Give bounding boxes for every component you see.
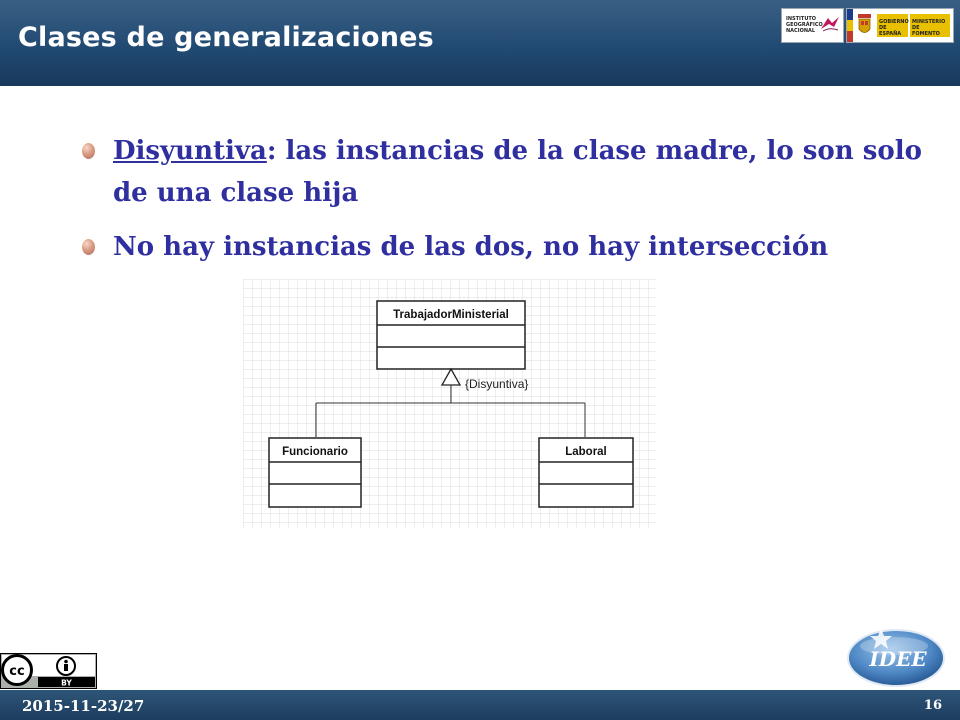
government-logo: GOBIERNO DE ESPAÑA MINISTERIO DE FOMENTO <box>846 8 954 43</box>
cc-icon-text: cc <box>9 664 24 679</box>
eu-strip <box>847 9 853 42</box>
bullet-icon <box>82 239 95 255</box>
idee-logo-text: IDEE <box>868 647 927 671</box>
bullet-text: No hay instancias de las dos, no hay int… <box>113 232 829 262</box>
bullet-item-1: Disyuntiva: las instancias de la clase m… <box>80 130 940 214</box>
slide-title: Clases de generalizaciones <box>18 22 434 53</box>
gobierno-label-box: GOBIERNO DE ESPAÑA <box>877 14 909 37</box>
page-number: 16 <box>923 698 942 713</box>
idee-logo: IDEE <box>847 628 945 687</box>
ign-mark-icon <box>821 17 839 32</box>
title-bar: Clases de generalizaciones INSTITUTO GEO… <box>0 0 960 86</box>
bullet-icon <box>82 143 95 159</box>
child-class-name-2: Laboral <box>565 446 607 458</box>
ministerio-label: MINISTERIO DE FOMENTO <box>912 19 946 37</box>
by-label: BY <box>61 679 72 688</box>
ign-logo: INSTITUTO GEOGRÁFICO NACIONAL <box>781 8 844 43</box>
footer-date: 2015-11-23/27 <box>22 697 145 715</box>
child-class-name-1: Funcionario <box>282 446 348 458</box>
bullet-item-2: No hay instancias de las dos, no hay int… <box>80 226 940 268</box>
coat-of-arms-icon <box>858 14 871 33</box>
disjoint-constraint-label: {Disyuntiva} <box>465 377 528 391</box>
ministerio-label-box: MINISTERIO DE FOMENTO <box>910 14 950 37</box>
parent-class-name: TrabajadorMinisterial <box>393 309 509 321</box>
class-box-funcionario: Funcionario <box>268 437 362 508</box>
bullet-term: Disyuntiva <box>113 136 267 166</box>
ign-logo-text: INSTITUTO GEOGRÁFICO NACIONAL <box>786 16 823 34</box>
bullet-list: Disyuntiva: las instancias de la clase m… <box>80 130 940 280</box>
gobierno-label: GOBIERNO DE ESPAÑA <box>879 19 909 37</box>
class-box-laboral: Laboral <box>538 437 634 508</box>
cc-by-license-badge[interactable]: cc BY <box>0 653 97 689</box>
class-box-parent: TrabajadorMinisterial <box>376 300 526 370</box>
footer-bar: 2015-11-23/27 16 <box>0 690 960 720</box>
uml-diagram: TrabajadorMinisterial {Disyuntiva} Funci… <box>243 279 656 528</box>
